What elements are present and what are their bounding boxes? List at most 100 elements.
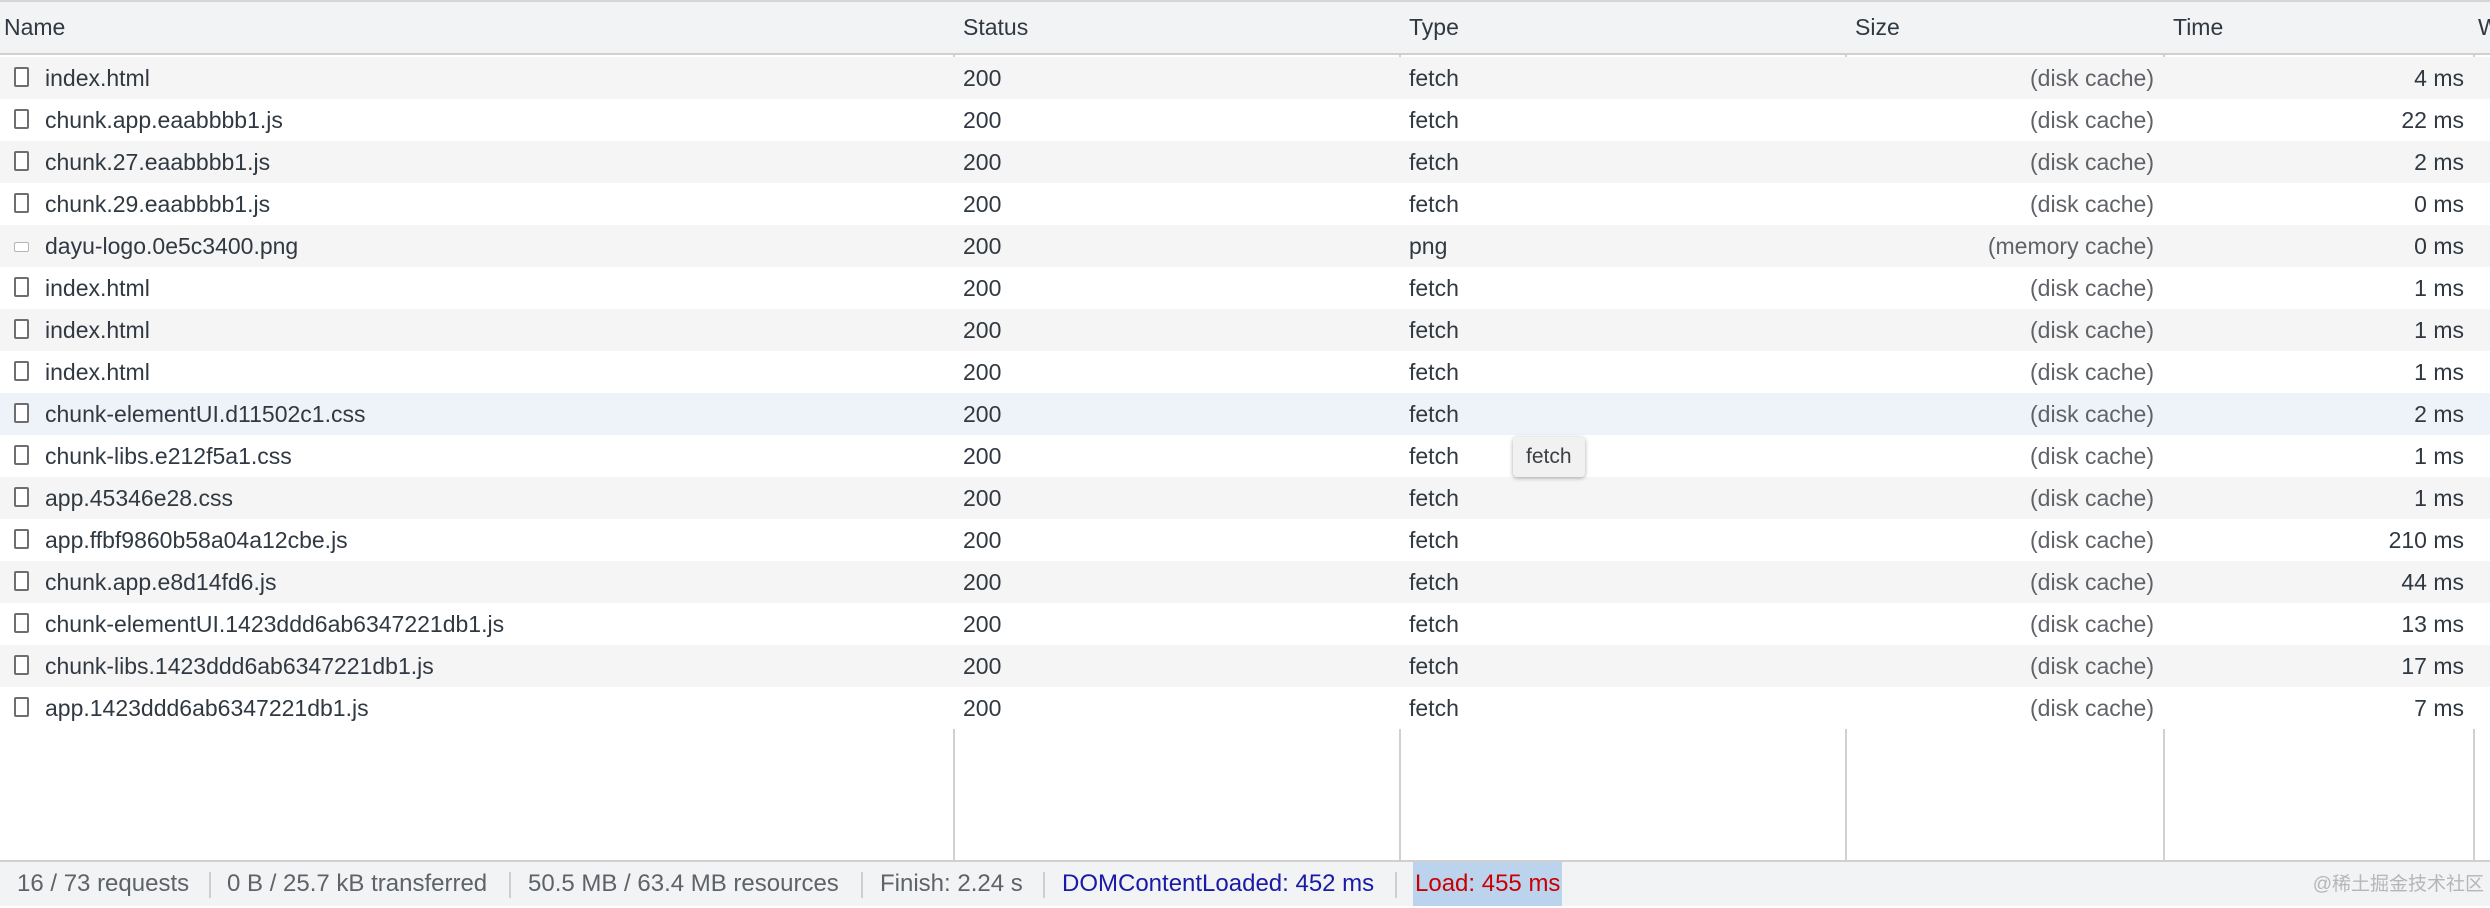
request-size: (disk cache) xyxy=(2030,611,2154,637)
request-type: fetch xyxy=(1409,191,1459,217)
status-separator xyxy=(209,872,211,898)
request-type: fetch xyxy=(1409,149,1459,175)
network-request-table: Name Status Type Size Time W index.html 2… xyxy=(0,0,2490,860)
request-name: chunk-elementUI.d11502c1.css xyxy=(45,401,366,427)
request-size: (disk cache) xyxy=(2030,191,2154,217)
request-time: 7 ms xyxy=(2414,695,2464,721)
request-status: 200 xyxy=(963,191,1002,217)
request-time: 0 ms xyxy=(2414,233,2464,259)
table-row[interactable]: app.1423ddd6ab6347221db1.js 200 fetch (disk… xyxy=(0,687,2490,729)
request-size: (disk cache) xyxy=(2030,65,2154,91)
table-row[interactable]: chunk.27.eaabbbb1.js 200 fetch (disk cache)… xyxy=(0,141,2490,183)
request-list: index.html 200 fetch (disk cache) 4 ms chunk.… xyxy=(0,57,2490,729)
request-time: 2 ms xyxy=(2414,149,2464,175)
request-time: 22 ms xyxy=(2401,107,2464,133)
request-time: 0 ms xyxy=(2414,191,2464,217)
request-size: (disk cache) xyxy=(2030,695,2154,721)
request-time: 17 ms xyxy=(2401,653,2464,679)
request-time: 1 ms xyxy=(2414,443,2464,469)
requests-count: 16 / 73 requests xyxy=(17,870,190,897)
request-name: app.1423ddd6ab6347221db1.js xyxy=(45,695,369,721)
request-time: 1 ms xyxy=(2414,485,2464,511)
status-separator xyxy=(1395,872,1397,898)
table-row[interactable]: chunk.app.e8d14fd6.js 200 fetch (disk cache… xyxy=(0,561,2490,603)
request-status: 200 xyxy=(963,359,1002,385)
request-status: 200 xyxy=(963,443,1002,469)
request-name: chunk.app.e8d14fd6.js xyxy=(45,569,277,595)
dom-content-loaded-time: DOMContentLoaded: 452 ms xyxy=(1062,870,1375,897)
request-size: (disk cache) xyxy=(2030,569,2154,595)
column-header-waterfall[interactable]: W xyxy=(2475,2,2490,53)
table-row[interactable]: chunk.app.eaabbbb1.js 200 fetch (disk cache… xyxy=(0,99,2490,141)
request-type: fetch xyxy=(1409,443,1459,469)
request-name: chunk-elementUI.1423ddd6ab6347221db1.js xyxy=(45,611,505,637)
resources-size: 50.5 MB / 63.4 MB resources xyxy=(528,870,839,897)
column-header-type[interactable]: Type xyxy=(1401,2,1845,53)
request-type: fetch xyxy=(1409,65,1459,91)
request-type: fetch xyxy=(1409,569,1459,595)
table-row[interactable]: chunk-libs.e212f5a1.css 200 fetch (disk cac… xyxy=(0,435,2490,477)
table-row[interactable]: chunk.29.eaabbbb1.js 200 fetch (disk cache)… xyxy=(0,183,2490,225)
request-status: 200 xyxy=(963,65,1002,91)
table-row[interactable]: app.45346e28.css 200 fetch (disk cache) 1 ms xyxy=(0,477,2490,519)
table-row[interactable]: index.html 200 fetch (disk cache) 1 ms xyxy=(0,309,2490,351)
summary-status-bar: 16 / 73 requests 0 B / 25.7 kB transferr… xyxy=(0,860,2490,906)
column-header-status[interactable]: Status xyxy=(955,2,1399,53)
request-size: (disk cache) xyxy=(2030,653,2154,679)
table-row[interactable]: chunk-elementUI.1423ddd6ab6347221db1.js 2… xyxy=(0,603,2490,645)
request-type: fetch xyxy=(1409,611,1459,637)
request-name: app.ffbf9860b58a04a12cbe.js xyxy=(45,527,348,553)
request-type: fetch xyxy=(1409,485,1459,511)
request-name: index.html xyxy=(45,65,150,91)
request-type: fetch xyxy=(1409,527,1459,553)
request-status: 200 xyxy=(963,317,1002,343)
request-type: fetch xyxy=(1409,695,1459,721)
table-header: Name Status Type Size Time W xyxy=(0,0,2490,55)
request-size: (disk cache) xyxy=(2030,443,2154,469)
request-status: 200 xyxy=(963,569,1002,595)
request-name: dayu-logo.0e5c3400.png xyxy=(45,233,299,259)
status-separator xyxy=(1043,872,1045,898)
request-name: chunk.29.eaabbbb1.js xyxy=(45,191,271,217)
request-size: (disk cache) xyxy=(2030,401,2154,427)
request-type: fetch xyxy=(1409,317,1459,343)
request-size: (memory cache) xyxy=(1987,233,2154,259)
request-status: 200 xyxy=(963,275,1002,301)
request-size: (disk cache) xyxy=(2030,485,2154,511)
table-row[interactable]: index.html 200 fetch (disk cache) 4 ms xyxy=(0,57,2490,99)
request-status: 200 xyxy=(963,695,1002,721)
request-status: 200 xyxy=(963,485,1002,511)
request-size: (disk cache) xyxy=(2030,527,2154,553)
request-size: (disk cache) xyxy=(2030,149,2154,175)
column-header-name[interactable]: Name xyxy=(0,2,952,53)
request-size: (disk cache) xyxy=(2030,107,2154,133)
request-type: fetch xyxy=(1409,653,1459,679)
request-size: (disk cache) xyxy=(2030,359,2154,385)
finish-time: Finish: 2.24 s xyxy=(880,870,1023,897)
request-name: chunk-libs.1423ddd6ab6347221db1.js xyxy=(45,653,434,679)
table-row[interactable]: chunk-libs.1423ddd6ab6347221db1.js 200 fet… xyxy=(0,645,2490,687)
table-row[interactable]: dayu-logo.0e5c3400.png 200 png (memory cach… xyxy=(0,225,2490,267)
table-row[interactable]: index.html 200 fetch (disk cache) 1 ms xyxy=(0,267,2490,309)
load-time: Load: 455 ms xyxy=(1413,862,1563,906)
request-size: (disk cache) xyxy=(2030,317,2154,343)
table-row[interactable]: chunk-elementUI.d11502c1.css 200 fetch (dis… xyxy=(0,393,2490,435)
request-time: 1 ms xyxy=(2414,317,2464,343)
transferred-size: 0 B / 25.7 kB transferred xyxy=(227,870,488,897)
request-time: 1 ms xyxy=(2414,359,2464,385)
request-status: 200 xyxy=(963,107,1002,133)
column-header-size[interactable]: Size xyxy=(1847,2,2163,53)
request-type: fetch xyxy=(1409,107,1459,133)
column-header-time[interactable]: Time xyxy=(2165,2,2473,53)
request-name: chunk-libs.e212f5a1.css xyxy=(45,443,292,469)
status-separator xyxy=(509,872,511,898)
request-name: chunk.app.eaabbbb1.js xyxy=(45,107,283,133)
request-status: 200 xyxy=(963,401,1002,427)
request-time: 13 ms xyxy=(2401,611,2464,637)
request-type: fetch xyxy=(1409,401,1459,427)
watermark: @稀土掘金技术社区 xyxy=(2312,874,2484,895)
table-row[interactable]: app.ffbf9860b58a04a12cbe.js 200 fetch (disk… xyxy=(0,519,2490,561)
table-row[interactable]: index.html 200 fetch (disk cache) 1 ms xyxy=(0,351,2490,393)
request-name: index.html xyxy=(45,275,150,301)
request-status: 200 xyxy=(963,653,1002,679)
